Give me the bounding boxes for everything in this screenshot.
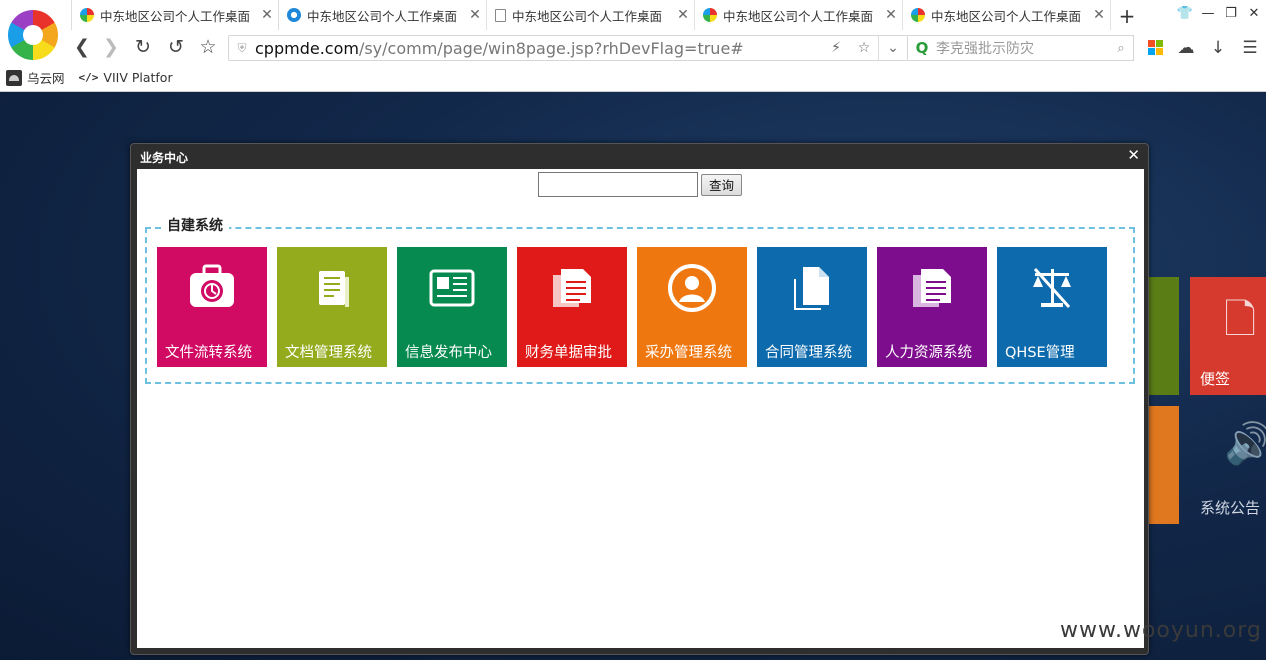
lightning-icon[interactable]: ⚡ <box>822 40 850 56</box>
tab-2[interactable]: 中东地区公司个人工作桌面 ✕ <box>279 0 487 30</box>
search-engine-icon: Q <box>915 39 929 57</box>
menu-icon[interactable]: ☰ <box>1239 38 1261 58</box>
bookmark-viiv[interactable]: </> VIIV Platfor <box>79 70 173 85</box>
shield-icon: ⛨ <box>237 40 247 55</box>
section-legend: 自建系统 <box>161 215 229 235</box>
self-built-systems-section: 自建系统 文件流转系统 文档管理系统 信息发布中心 财务单据审批 采办管理系统 … <box>145 215 1135 384</box>
bookmark-star-icon[interactable]: ☆ <box>850 40 878 56</box>
nav-toolbar: ❮ ❯ ↻ ↺ ☆ ⛨ cppmde.com /sy/comm/page/win… <box>0 30 1266 64</box>
tile-info-publishing[interactable]: 信息发布中心 <box>397 247 507 367</box>
url-path: /sy/comm/page/win8page.jsp?rhDevFlag=tru… <box>358 38 744 58</box>
tab-favicon-icon <box>911 8 925 22</box>
briefcase-icon <box>190 264 234 307</box>
tile-label: 信息发布中心 <box>405 345 492 361</box>
cloud-icon[interactable]: ☁ <box>1175 38 1197 58</box>
tile-contract-management[interactable]: 合同管理系统 <box>757 247 867 367</box>
tab-bar: 中东地区公司个人工作桌面 ✕ 中东地区公司个人工作桌面 ✕ 中东地区公司个人工作… <box>0 0 1266 60</box>
bookmark-label: 乌云网 <box>27 71 65 86</box>
tab-label: 中东地区公司个人工作桌面 <box>100 8 251 24</box>
document-icon: 🗋 <box>1224 297 1257 343</box>
tile-label: 文件流转系统 <box>165 345 252 361</box>
tab-favicon-icon <box>495 8 506 22</box>
back-button[interactable]: ❮ <box>71 36 93 58</box>
dialog-body: 查询 自建系统 文件流转系统 文档管理系统 信息发布中心 财务单据审批 采办管理… <box>137 169 1144 648</box>
document-icon <box>319 271 349 307</box>
bg-tile-label: 便签 <box>1200 370 1231 388</box>
new-tab-button[interactable]: + <box>1116 4 1138 28</box>
tile-finance-approval[interactable]: 财务单据审批 <box>517 247 627 367</box>
tab-1[interactable]: 中东地区公司个人工作桌面 ✕ <box>71 0 279 30</box>
tile-file-flow[interactable]: 文件流转系统 <box>157 247 267 367</box>
search-input[interactable] <box>538 172 698 197</box>
tab-label: 中东地区公司个人工作桌面 <box>307 8 458 24</box>
business-center-dialog: 业务中心 ✕ 查询 自建系统 文件流转系统 文档管理系统 信息发布中心 财务单据… <box>130 143 1149 655</box>
dialog-title: 业务中心 <box>140 151 189 165</box>
scale-icon <box>1033 267 1071 309</box>
tile-document-management[interactable]: 文档管理系统 <box>277 247 387 367</box>
minimize-button[interactable]: — <box>1198 6 1218 21</box>
tab-close-icon[interactable]: ✕ <box>256 7 278 23</box>
tab-favicon-icon <box>80 8 94 22</box>
tile-label: 合同管理系统 <box>765 345 852 361</box>
tile-human-resources[interactable]: 人力资源系统 <box>877 247 987 367</box>
maximize-button[interactable]: ❐ <box>1221 6 1241 21</box>
tile-qhse[interactable]: QHSE管理 <box>997 247 1107 367</box>
tab-favicon-icon <box>287 8 301 22</box>
wooyun-icon <box>6 69 22 86</box>
tab-close-icon[interactable]: ✕ <box>1088 7 1110 23</box>
papers-icon <box>553 269 591 307</box>
tab-label: 中东地区公司个人工作桌面 <box>723 8 874 24</box>
bookmarks-bar: 乌云网 </> VIIV Platfor <box>0 64 1266 92</box>
chevron-down-icon[interactable]: ⌄ <box>879 40 907 56</box>
system-tiles: 文件流转系统 文档管理系统 信息发布中心 财务单据审批 采办管理系统 合同管理系… <box>157 247 1117 367</box>
tile-label: 财务单据审批 <box>525 345 612 361</box>
tile-label: 人力资源系统 <box>885 345 972 361</box>
search-row: 查询 <box>538 172 743 197</box>
tile-label: 采办管理系统 <box>645 345 732 361</box>
user-circle-icon <box>668 264 716 312</box>
bookmark-wooyun[interactable]: 乌云网 <box>6 68 65 87</box>
query-button[interactable]: 查询 <box>701 173 743 196</box>
url-domain: cppmde.com <box>255 38 359 58</box>
tab-5[interactable]: 中东地区公司个人工作桌面 ✕ <box>903 0 1111 30</box>
reload-button[interactable]: ↻ <box>132 36 154 58</box>
tab-4[interactable]: 中东地区公司个人工作桌面 ✕ <box>695 0 903 30</box>
bg-tile-green <box>1149 277 1179 395</box>
newspaper-icon <box>429 269 475 307</box>
search-icon[interactable]: ⌕ <box>1109 41 1133 56</box>
tile-label: 文档管理系统 <box>285 345 372 361</box>
search-input[interactable]: 李克强批示防灾 <box>936 38 1109 58</box>
code-icon: </> <box>78 71 99 84</box>
tile-procurement[interactable]: 采办管理系统 <box>637 247 747 367</box>
tab-favicon-icon <box>703 8 717 22</box>
search-box[interactable]: Q 李克强批示防灾 ⌕ <box>908 35 1134 61</box>
tab-close-icon[interactable]: ✕ <box>880 7 902 23</box>
shirt-icon[interactable]: 👕 <box>1175 6 1195 21</box>
bookmark-label: VIIV Platfor <box>103 70 173 85</box>
tab-close-icon[interactable]: ✕ <box>672 7 694 23</box>
bg-tile-notes[interactable]: 🗋 便签 <box>1190 277 1266 395</box>
tab-close-icon[interactable]: ✕ <box>464 7 486 23</box>
watermark: www.wooyun.org <box>1060 618 1262 643</box>
undo-close-button[interactable]: ↺ <box>165 36 187 58</box>
bg-tile-label: 系统公告 <box>1200 499 1261 517</box>
download-icon[interactable]: ↓ <box>1207 38 1229 58</box>
address-bar[interactable]: ⛨ cppmde.com /sy/comm/page/win8page.jsp?… <box>228 35 908 61</box>
tile-label: QHSE管理 <box>1005 345 1075 361</box>
file-stack-icon <box>794 267 829 310</box>
papers-icon <box>913 269 951 307</box>
forward-button[interactable]: ❯ <box>100 36 122 58</box>
bg-tile-orange <box>1149 406 1179 524</box>
favorite-star-button[interactable]: ☆ <box>197 36 219 58</box>
apps-grid-icon[interactable] <box>1148 40 1163 55</box>
browser-logo[interactable] <box>8 10 58 60</box>
close-window-button[interactable]: ✕ <box>1244 6 1264 21</box>
tab-label: 中东地区公司个人工作桌面 <box>512 8 663 24</box>
speaker-icon: 🔊 <box>1224 421 1266 467</box>
tab-label: 中东地区公司个人工作桌面 <box>931 8 1082 24</box>
tab-3[interactable]: 中东地区公司个人工作桌面 ✕ <box>487 0 695 30</box>
bg-tile-announcement[interactable]: 🔊 系统公告 <box>1190 406 1266 524</box>
close-icon[interactable]: ✕ <box>1127 146 1140 164</box>
